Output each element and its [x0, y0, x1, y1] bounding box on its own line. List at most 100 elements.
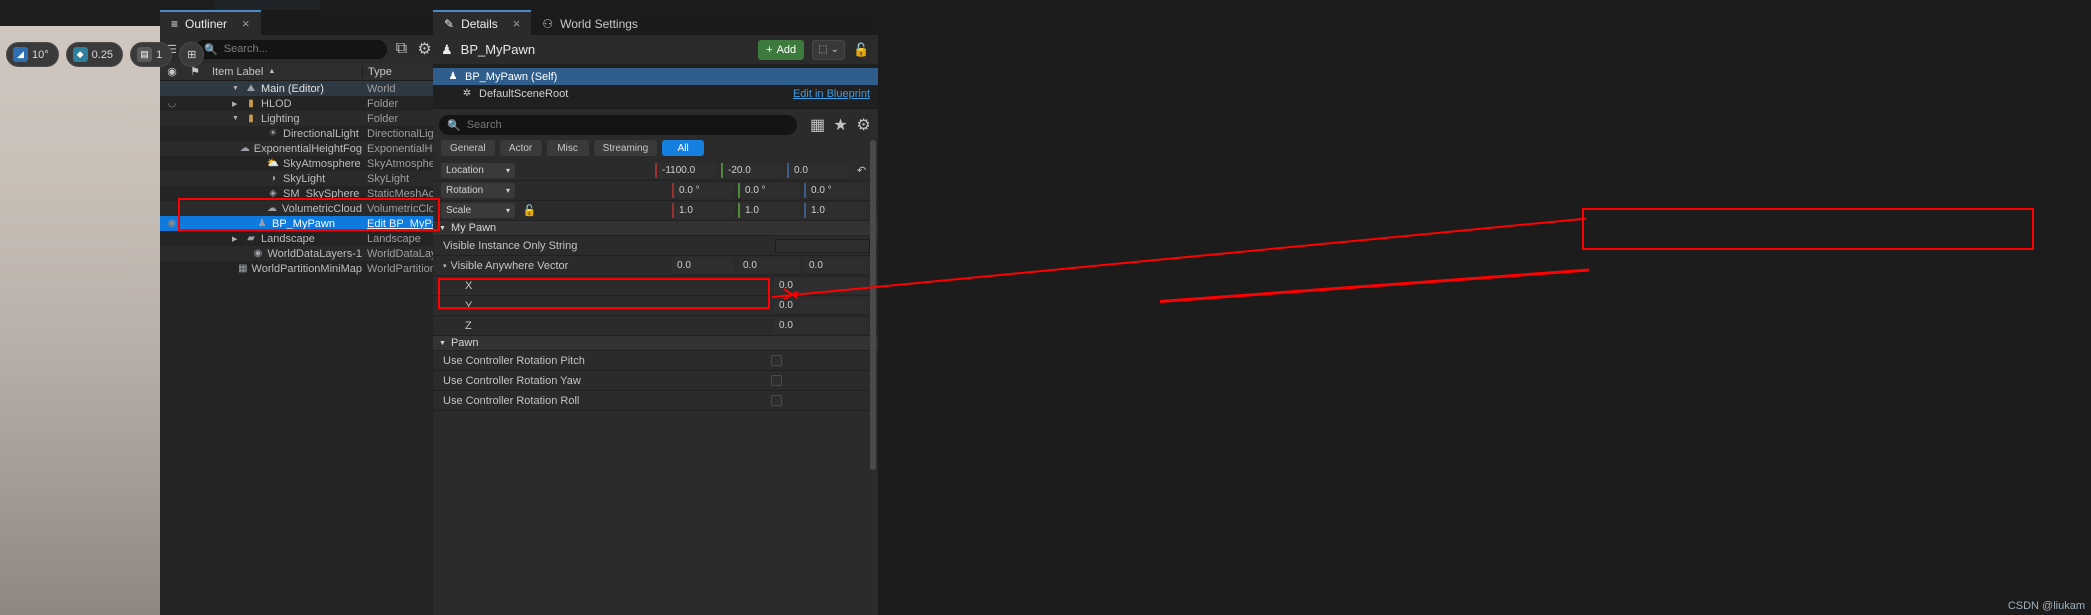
outliner-row[interactable]: ☀ DirectionalLight DirectionalLight [160, 126, 440, 141]
transform-value-field[interactable]: 1.0 [804, 203, 866, 218]
details-filter-streaming[interactable]: Streaming [593, 140, 658, 156]
details-filter-all[interactable]: All [662, 140, 705, 156]
outliner-row[interactable]: ☁ VolumetricCloud VolumetricCloud [160, 201, 440, 216]
transform-value-field[interactable]: 0.0 ° [738, 183, 800, 198]
vector-component-field[interactable]: 0.0 [804, 258, 866, 273]
close-icon[interactable]: × [242, 16, 250, 31]
transform-mode-dropdown[interactable]: Scale ▾ [441, 203, 515, 218]
transform-section: Location ▾ -1100.0 -20.0 0.0 ↶ Rotation ▾ 0.0 ° 0… [433, 161, 878, 221]
category-header[interactable]: ▼ My Pawn [433, 221, 878, 236]
property-label: Use Controller Rotation Pitch [443, 354, 585, 367]
number-field[interactable]: 0.0 [774, 318, 866, 333]
property-label: X [465, 279, 473, 292]
collapse-triangle-icon[interactable]: ▾ [443, 262, 447, 270]
component-row[interactable]: ♟ BP_MyPawn (Self) [433, 68, 878, 85]
vector-component-field[interactable]: 0.0 [672, 258, 734, 273]
expand-triangle-icon[interactable]: ▶ [232, 235, 241, 243]
outliner-item-icon: ◉ [253, 248, 263, 259]
edit-in-blueprint-link[interactable]: Edit in Blueprint [793, 88, 870, 100]
add-to-outliner-icon[interactable]: ⧉ [393, 40, 410, 58]
outliner-item-icon: ⛰ [246, 83, 256, 94]
property-label-cell: X [433, 280, 608, 292]
view-options-button[interactable]: ⬚ ⌄ [812, 39, 845, 60]
outliner-item-type: World [367, 82, 396, 95]
snap-angle-control[interactable]: ◢ 10° [6, 42, 59, 67]
transform-value-field[interactable]: -20.0 [721, 163, 783, 178]
outliner-row[interactable]: ◡ ▶ ▮ HLOD Folder [160, 96, 440, 111]
grid-layout-icon: ⊞ [187, 49, 197, 61]
details-filter-misc[interactable]: Misc [546, 140, 589, 156]
vector-component-field[interactable]: 0.0 [738, 258, 800, 273]
gear-icon[interactable]: ⚙ [416, 41, 433, 58]
chevron-down-icon: ⌄ [830, 44, 839, 55]
transform-mode-dropdown[interactable]: Rotation ▾ [441, 183, 515, 198]
property-row: Y 0.0 [433, 296, 878, 316]
details-scrollbar[interactable] [870, 140, 876, 470]
visibility-eye-icon[interactable]: ◉ [160, 218, 184, 229]
outliner-search-input[interactable]: 🔍 Search... [195, 39, 387, 59]
outliner-row[interactable]: ◉ WorldDataLayers-1 WorldDataLayers [160, 246, 440, 261]
string-input[interactable] [775, 238, 870, 253]
outliner-row[interactable]: ☁ExponentialHeightFogExponentialHeightFo… [160, 141, 440, 156]
expand-triangle-icon[interactable]: ▼ [232, 85, 241, 92]
type-column[interactable]: Type [362, 65, 440, 78]
outliner-row[interactable]: ◈ SM_SkySphere StaticMeshActor [160, 186, 440, 201]
checkbox[interactable] [771, 395, 782, 406]
property-label: Z [465, 319, 472, 332]
outliner-row[interactable]: ▼ ⛰ Main (Editor) World [160, 81, 440, 96]
visibility-eye-icon[interactable]: ◡ [160, 98, 184, 109]
outliner-row[interactable]: ◑ SkyLight SkyLight [160, 171, 440, 186]
transform-value-field[interactable]: 1.0 [672, 203, 734, 218]
camera-speed-control[interactable]: ▤ 1 [130, 42, 173, 67]
checkbox[interactable] [771, 355, 782, 366]
transform-mode-dropdown[interactable]: Location ▾ [441, 163, 515, 178]
outliner-row[interactable]: ▶ ▰ Landscape Landscape [160, 231, 440, 246]
outliner-row[interactable]: ◉ ♟ BP_MyPawn Edit BP_MyPawn [160, 216, 440, 231]
details-filter-general[interactable]: General [441, 140, 495, 156]
chevron-down-icon: ▾ [505, 186, 510, 195]
snap-scale-control[interactable]: ◆ 0.25 [65, 42, 124, 67]
item-label-column[interactable]: Item Label ▲ [206, 66, 362, 78]
column-view-icon[interactable]: ▦ [809, 116, 826, 134]
details-title-bar: ♟ BP_MyPawn + Add ⬚ ⌄ 🔓 [433, 35, 878, 64]
favorite-star-icon[interactable]: ★ [832, 116, 849, 134]
outliner-item-icon: ☁ [239, 143, 250, 154]
lock-icon[interactable]: 🔓 [853, 41, 870, 58]
scale-lock-icon[interactable]: 🔓 [521, 202, 538, 219]
category-header[interactable]: ▼ Pawn [433, 336, 878, 351]
component-row[interactable]: ✲ DefaultSceneRoot Edit in Blueprint [433, 85, 878, 102]
number-field[interactable]: 0.0 [774, 278, 866, 293]
expand-triangle-icon[interactable]: ▶ [232, 100, 241, 108]
checkbox[interactable] [771, 375, 782, 386]
reset-transform-icon[interactable]: ↶ [853, 162, 870, 179]
transform-value-field[interactable]: 1.0 [738, 203, 800, 218]
outliner-row-label-cell: ▶ ▰ Landscape [206, 233, 362, 245]
add-component-button[interactable]: + Add [758, 39, 805, 60]
outliner-item-type: WorldDataLayers [367, 247, 440, 260]
viewport-layout-button[interactable]: ⊞ [179, 42, 205, 67]
transform-value-field[interactable]: 0.0 ° [804, 183, 866, 198]
outliner-row[interactable]: ▦WorldPartitionMiniMapWorldPartitionMini… [160, 261, 440, 276]
details-search-input[interactable]: 🔍 Search [439, 115, 797, 135]
details-filter-actor[interactable]: Actor [499, 140, 542, 156]
tab-outliner[interactable]: ≡ Outliner × [160, 10, 261, 35]
transform-value-field[interactable]: 0.0 ° [672, 183, 734, 198]
outliner-row[interactable]: ⛅ SkyAtmosphere SkyAtmosphere [160, 156, 440, 171]
tab-world-settings[interactable]: ⚇ World Settings [531, 10, 649, 35]
annotation-line-explorer [1159, 268, 1589, 303]
outliner-row-label-cell: ◉ WorldDataLayers-1 [206, 248, 362, 260]
number-field[interactable]: 0.0 [774, 298, 866, 313]
tab-world-settings-label: World Settings [560, 16, 638, 31]
property-label-cell: Y [433, 300, 608, 312]
component-icon: ✲ [462, 88, 472, 99]
camera-icon: ▤ [137, 47, 153, 62]
expand-triangle-icon[interactable]: ▼ [232, 115, 241, 122]
tab-details[interactable]: ✎ Details × [433, 10, 532, 35]
transform-value-field[interactable]: -1100.0 [655, 163, 717, 178]
gear-icon[interactable]: ⚙ [855, 116, 872, 134]
outliner-row[interactable]: ▼ ▮ Lighting Folder [160, 111, 440, 126]
property-label-cell: Use Controller Rotation Roll [433, 395, 608, 407]
transform-value-field[interactable]: 0.0 [787, 163, 849, 178]
transform-mode-label: Location [446, 165, 484, 176]
close-icon[interactable]: × [513, 16, 521, 31]
